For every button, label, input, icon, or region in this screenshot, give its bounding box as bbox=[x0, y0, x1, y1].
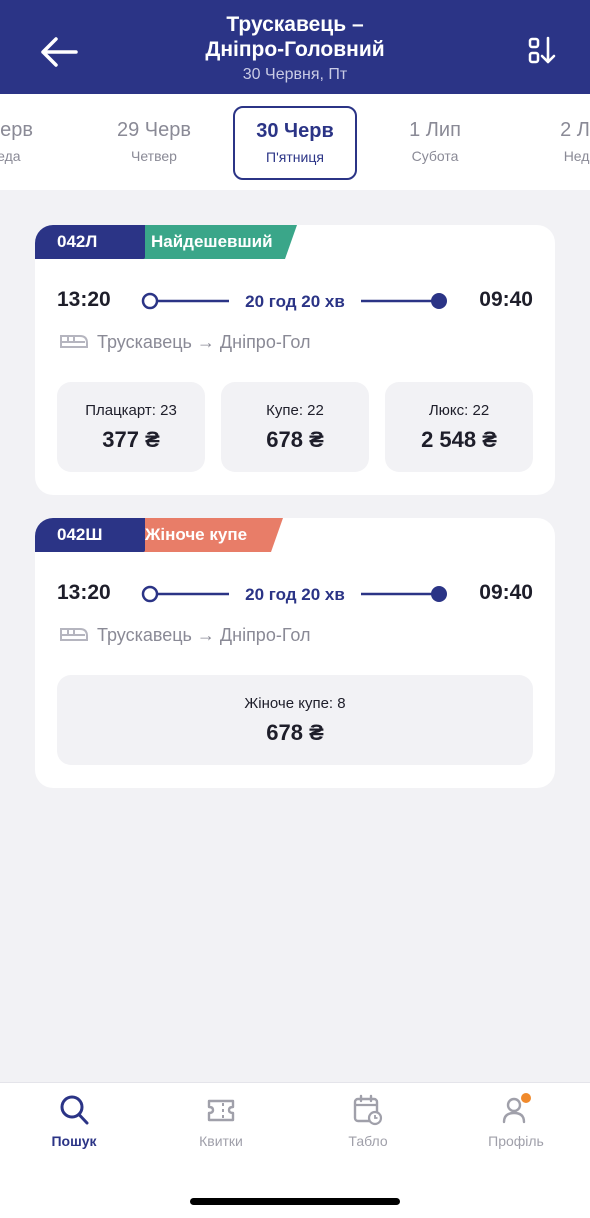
page-title-line2: Дніпро-Головний bbox=[205, 38, 385, 61]
header: Трускавець – Дніпро-Головний 30 Червня, … bbox=[0, 0, 590, 94]
sort-button[interactable] bbox=[520, 34, 560, 70]
sort-icon bbox=[528, 36, 556, 64]
train-card[interactable]: Жіноче купе 042Ш 13:20 20 год 20 хв 09:4… bbox=[35, 518, 555, 788]
train-icon bbox=[59, 332, 89, 357]
notification-dot bbox=[521, 1093, 531, 1103]
date-item[interactable]: 1 Лип Субота bbox=[373, 106, 497, 180]
trip-duration: 20 год 20 хв bbox=[245, 585, 345, 604]
tab-search[interactable]: Пошук bbox=[24, 1093, 124, 1163]
journey-timeline: 20 год 20 хв bbox=[141, 289, 449, 313]
fare-price: 678 ₴ bbox=[266, 720, 324, 745]
route-text: Трускавець → Дніпро-Гол bbox=[97, 625, 311, 645]
fare-class-label: Жіноче купе: 8 bbox=[244, 695, 346, 712]
trip-duration: 20 год 20 хв bbox=[245, 292, 345, 311]
ticket-icon bbox=[207, 1099, 235, 1122]
route-text: Трускавець → Дніпро-Гол bbox=[97, 332, 311, 352]
page-subtitle: 30 Червня, Пт bbox=[242, 66, 348, 83]
train-tag-badge: Жіноче купе bbox=[121, 518, 283, 552]
date-item-selected[interactable]: 30 Черв П'ятниця bbox=[233, 106, 357, 180]
tab-label: Квитки bbox=[199, 1133, 243, 1149]
train-tag-badge: Найдешевший bbox=[121, 225, 297, 259]
date-item[interactable]: 2 Лип Неділя bbox=[524, 106, 590, 180]
departure-time: 13:20 bbox=[57, 581, 111, 604]
date-weekday: Субота bbox=[411, 148, 459, 164]
date-day: 1 Лип bbox=[409, 119, 461, 141]
search-icon bbox=[60, 1095, 89, 1125]
train-number-badge: 042Ш bbox=[35, 518, 145, 552]
page-title-line1: Трускавець – bbox=[226, 13, 364, 36]
fare-option[interactable]: Люкс: 22 2 548 ₴ bbox=[385, 382, 533, 472]
date-day: 2 Лип bbox=[560, 119, 590, 141]
date-item[interactable]: 29 Черв Четвер bbox=[92, 106, 216, 180]
fare-class-label: Купе: 22 bbox=[266, 402, 324, 419]
date-day: 29 Черв bbox=[116, 119, 191, 141]
tab-profile[interactable]: Профіль bbox=[466, 1093, 566, 1163]
date-item[interactable]: 28 Черв Середа bbox=[0, 106, 58, 180]
departure-time: 13:20 bbox=[57, 288, 111, 311]
train-card[interactable]: Найдешевший 042Л 13:20 20 год 20 хв 09:4… bbox=[35, 225, 555, 495]
fare-price: 2 548 ₴ bbox=[421, 427, 497, 452]
date-weekday: Четвер bbox=[131, 148, 177, 164]
tab-tickets[interactable]: Квитки bbox=[171, 1093, 271, 1163]
fare-class-label: Плацкарт: 23 bbox=[85, 402, 177, 419]
journey-timeline: 20 год 20 хв bbox=[141, 582, 449, 606]
arrow-left-icon bbox=[41, 37, 78, 67]
fare-price: 678 ₴ bbox=[266, 427, 324, 452]
train-icon bbox=[59, 625, 89, 650]
home-indicator bbox=[190, 1198, 400, 1205]
fare-option[interactable]: Жіноче купе: 8 678 ₴ bbox=[57, 675, 533, 765]
date-day: 28 Черв bbox=[0, 119, 33, 141]
tab-label: Пошук bbox=[51, 1133, 97, 1149]
fare-class-label: Люкс: 22 bbox=[428, 402, 490, 419]
date-selector: 28 Черв Середа 29 Черв Четвер 30 Черв П'… bbox=[0, 94, 590, 190]
profile-icon bbox=[502, 1093, 531, 1124]
date-weekday: П'ятниця bbox=[266, 149, 324, 165]
back-button[interactable] bbox=[36, 30, 82, 74]
date-weekday: Неділя bbox=[563, 148, 590, 164]
tab-board[interactable]: Табло bbox=[318, 1093, 418, 1163]
fare-option[interactable]: Плацкарт: 23 377 ₴ bbox=[57, 382, 205, 472]
date-day: 30 Черв bbox=[256, 120, 334, 142]
tab-label: Табло bbox=[348, 1133, 388, 1149]
arrival-time: 09:40 bbox=[479, 288, 533, 311]
arrival-time: 09:40 bbox=[479, 581, 533, 604]
fare-option[interactable]: Купе: 22 678 ₴ bbox=[221, 382, 369, 472]
date-weekday: Середа bbox=[0, 148, 21, 164]
tab-label: Профіль bbox=[488, 1133, 544, 1149]
fare-price: 377 ₴ bbox=[102, 427, 160, 452]
calendar-clock-icon bbox=[353, 1094, 383, 1126]
train-number-badge: 042Л bbox=[35, 225, 145, 259]
